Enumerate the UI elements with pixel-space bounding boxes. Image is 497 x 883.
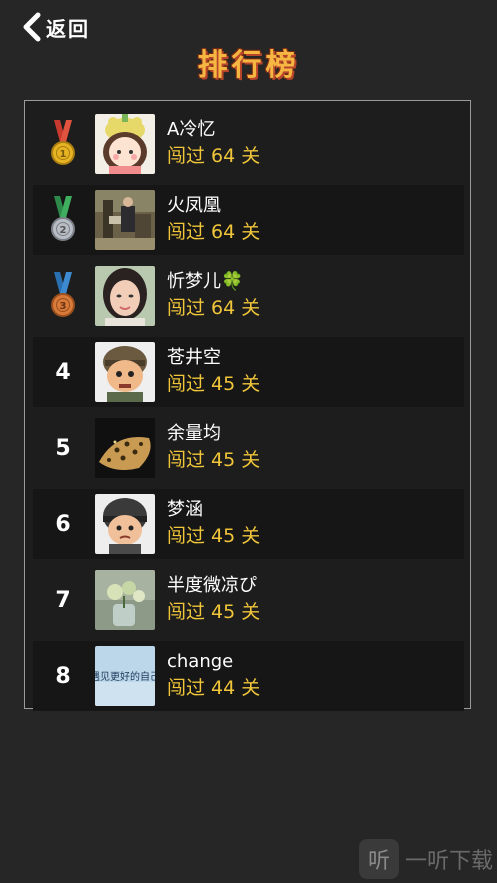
player-name: 火凤凰 <box>167 195 221 216</box>
svg-text:3: 3 <box>60 301 67 312</box>
player-score: 闯过 45 关 <box>167 449 261 471</box>
player-name: 忻梦儿🍀 <box>167 271 244 292</box>
back-label: 返回 <box>46 16 90 41</box>
silver-medal-icon: 2 <box>51 196 75 241</box>
avatar[interactable] <box>95 342 155 402</box>
watermark-text: 一听下载 <box>404 849 493 874</box>
leaderboard-row: 6 梦涵 闯过 45 关 <box>33 489 464 559</box>
player-score: 闯过 45 关 <box>167 525 261 547</box>
leaderboard-row: 4 苍井空 闯过 45 关 <box>33 337 464 407</box>
rank-number: 6 <box>55 511 71 537</box>
leaderboard-row: 3 忻梦儿🍀 闯过 64 关 <box>33 261 464 331</box>
player-score: 闯过 44 关 <box>167 677 261 699</box>
player-score: 闯过 64 关 <box>167 145 261 167</box>
rank-number: 8 <box>55 663 71 689</box>
page-title: 排行榜 <box>197 48 300 83</box>
rank-number: 4 <box>55 359 71 385</box>
player-score: 闯过 64 关 <box>167 221 261 243</box>
back-button[interactable]: 返回 <box>22 10 90 44</box>
leaderboard-row: 2 火凤凰 闯过 64 关 <box>33 185 464 255</box>
gold-medal-icon: 1 <box>51 120 75 165</box>
svg-text:遇见更好的自己: 遇见更好的自己 <box>95 670 155 683</box>
bronze-medal-icon: 3 <box>51 272 75 317</box>
avatar[interactable] <box>95 570 155 630</box>
avatar[interactable] <box>95 190 155 250</box>
watermark-logo-icon: 听 <box>358 839 399 879</box>
avatar[interactable] <box>95 114 155 174</box>
leaderboard-row: 1 A冷忆 闯过 64 关 <box>33 109 464 179</box>
player-name: 半度微凉ぴ <box>167 575 257 596</box>
watermark: 听 一听下载 <box>358 839 493 879</box>
chevron-left-icon <box>23 12 41 42</box>
player-name: 余量均 <box>167 423 221 444</box>
avatar[interactable]: 遇见更好的自己 <box>95 646 155 706</box>
player-name: 梦涵 <box>167 499 203 520</box>
rank-1-medal: 1 <box>33 120 93 168</box>
player-name: 苍井空 <box>167 347 221 368</box>
rank-number: 5 <box>55 435 71 461</box>
player-score: 闯过 64 关 <box>167 297 261 319</box>
rank-number: 7 <box>55 587 71 613</box>
leaderboard: 1 A冷忆 闯过 64 关 2 火凤凰 闯过 64 关 3 忻梦儿🍀 闯过 64… <box>24 100 471 711</box>
player-name: change <box>167 651 234 672</box>
leaderboard-row: 8 遇见更好的自己 change 闯过 44 关 <box>33 641 464 711</box>
rank-2-medal: 2 <box>33 196 93 244</box>
player-score: 闯过 45 关 <box>167 373 261 395</box>
avatar[interactable] <box>95 494 155 554</box>
svg-text:1: 1 <box>60 149 67 160</box>
svg-text:2: 2 <box>60 225 67 236</box>
avatar[interactable] <box>95 418 155 478</box>
leaderboard-row: 7 半度微凉ぴ 闯过 45 关 <box>33 565 464 635</box>
rank-3-medal: 3 <box>33 272 93 320</box>
leaderboard-row: 5 余量均 闯过 45 关 <box>33 413 464 483</box>
avatar[interactable] <box>95 266 155 326</box>
player-score: 闯过 45 关 <box>167 601 261 623</box>
player-name: A冷忆 <box>167 119 216 140</box>
